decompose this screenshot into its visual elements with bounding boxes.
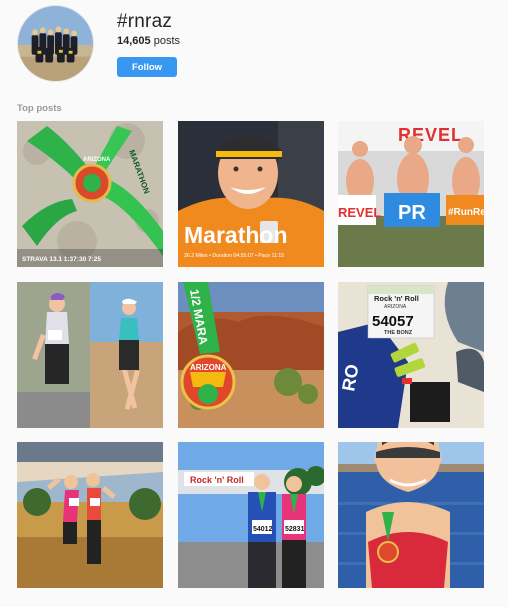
post-8-bib-1: 54012 — [253, 526, 273, 533]
post-tile-half-marathon-medal[interactable]: 1/2 MARA ARIZONA — [178, 282, 324, 428]
post-6-bib-number: 54057 — [372, 313, 414, 330]
posts-count-label: posts — [153, 35, 181, 47]
posts-count: 14,605 posts — [117, 35, 180, 47]
post-8-banner-text: Rock 'n' Roll — [190, 475, 244, 485]
post-1-medal-text: ARIZONA — [83, 157, 111, 163]
top-posts-grid: ARIZONA MARATHON STRAVA 13.1 1:37:30 7:2… — [17, 121, 485, 591]
post-5-medal-text: ARIZONA — [190, 363, 227, 372]
post-3-sign-2: PR — [398, 202, 426, 224]
follow-button[interactable]: Follow — [117, 57, 177, 77]
hashtag-avatar — [17, 5, 94, 82]
post-6-bib-sub: ARIZONA — [384, 304, 407, 310]
posts-count-number: 14,605 — [117, 35, 151, 47]
post-6-bib-title: Rock 'n' Roll — [374, 294, 419, 303]
post-8-bib-2: 52831 — [285, 526, 305, 533]
post-tile-finish-couple[interactable]: Rock 'n' Roll 54012 52831 — [178, 442, 324, 588]
top-posts-heading: Top posts — [17, 103, 62, 114]
post-6-bib-name: THE BONZ — [384, 330, 413, 336]
post-tile-two-runners-flex[interactable] — [17, 442, 163, 588]
post-1-strava-overlay: STRAVA 13.1 1:37:30 7:25 — [22, 256, 101, 263]
post-tile-marathon-selfie[interactable]: Marathon 26.2 Miles • Duration 04:55:07 … — [178, 121, 324, 267]
post-3-sign-3: #RunRev — [448, 207, 484, 218]
post-tile-bib-flatlay[interactable]: RO Rock 'n' Roll ARIZONA 54057 THE BONZ — [338, 282, 484, 428]
post-tile-revel-runners[interactable]: REVEL REVEL PR #RunRev — [338, 121, 484, 267]
post-tile-runners-race[interactable] — [17, 282, 163, 428]
post-tile-lake-medal[interactable] — [338, 442, 484, 588]
post-tile-medal-ribbon[interactable]: ARIZONA MARATHON STRAVA 13.1 1:37:30 7:2… — [17, 121, 163, 267]
post-3-sign-1: REVEL — [338, 205, 381, 220]
hashtag-header: #rnraz 14,605 posts Follow — [17, 5, 497, 85]
hashtag-title: #rnraz — [117, 11, 173, 32]
post-2-stats-overlay: 26.2 Miles • Duration 04:55:07 • Pace 11… — [184, 253, 284, 259]
post-2-marathon-overlay: Marathon — [184, 222, 288, 248]
